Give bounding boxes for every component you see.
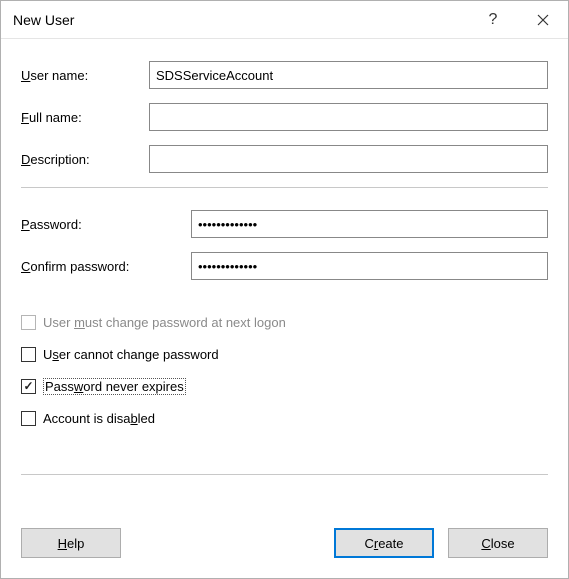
user-name-input[interactable] xyxy=(149,61,548,89)
must-change-label: User must change password at next logon xyxy=(43,315,286,330)
close-icon[interactable] xyxy=(518,2,568,38)
full-name-input[interactable] xyxy=(149,103,548,131)
account-disabled-checkbox-row[interactable]: Account is disabled xyxy=(21,408,548,428)
password-input[interactable] xyxy=(191,210,548,238)
password-label: Password: xyxy=(21,217,191,232)
cannot-change-checkbox[interactable] xyxy=(21,347,36,362)
close-button[interactable]: Close xyxy=(448,528,548,558)
confirm-password-label: Confirm password: xyxy=(21,259,191,274)
confirm-password-input[interactable] xyxy=(191,252,548,280)
account-disabled-label: Account is disabled xyxy=(43,411,155,426)
title-bar: New User ? xyxy=(1,1,568,39)
cannot-change-checkbox-row[interactable]: User cannot change password xyxy=(21,344,548,364)
account-disabled-checkbox[interactable] xyxy=(21,411,36,426)
new-user-dialog: New User ? User name: Full name: Descrip… xyxy=(0,0,569,579)
full-name-label: Full name: xyxy=(21,110,149,125)
divider-top xyxy=(21,187,548,188)
must-change-checkbox xyxy=(21,315,36,330)
dialog-title: New User xyxy=(13,12,468,28)
cannot-change-label: User cannot change password xyxy=(43,347,219,362)
help-button[interactable]: Help xyxy=(21,528,121,558)
create-button[interactable]: Create xyxy=(334,528,434,558)
description-input[interactable] xyxy=(149,145,548,173)
dialog-body: User name: Full name: Description: Passw… xyxy=(1,39,568,528)
user-name-label: User name: xyxy=(21,68,149,83)
button-row: Help Create Close xyxy=(1,528,568,578)
never-expires-checkbox-row[interactable]: Password never expires xyxy=(21,376,548,396)
must-change-checkbox-row: User must change password at next logon xyxy=(21,312,548,332)
divider-bottom xyxy=(21,474,548,475)
never-expires-checkbox[interactable] xyxy=(21,379,36,394)
help-icon[interactable]: ? xyxy=(468,2,518,38)
never-expires-label: Password never expires xyxy=(43,378,186,395)
description-label: Description: xyxy=(21,152,149,167)
